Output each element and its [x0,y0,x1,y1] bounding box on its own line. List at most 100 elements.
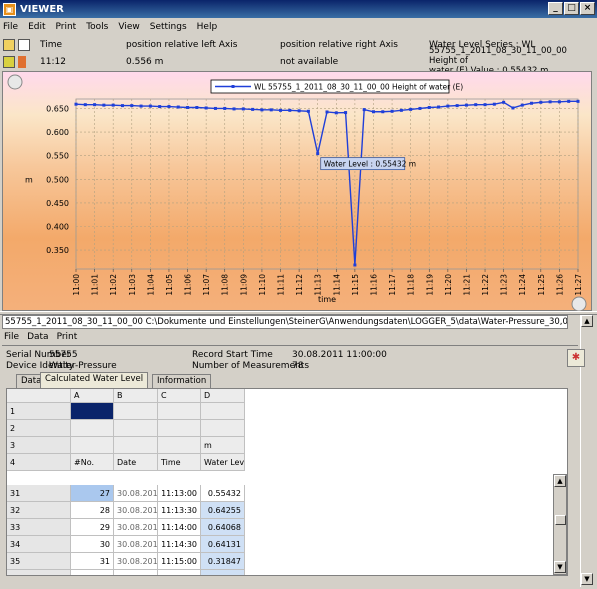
grid-scroll-down-button[interactable]: ▼ [554,561,566,573]
time-cell[interactable]: 11:15:00 [158,553,201,570]
header-cell[interactable]: Water Level [201,454,245,471]
header-cell[interactable]: Date [114,454,158,471]
date-cell[interactable]: 30.08.2011 [114,553,158,570]
header-cell[interactable] [158,437,201,454]
header-cell[interactable]: m [201,437,245,454]
menu-view[interactable]: View [118,22,139,32]
copy-icon[interactable] [18,38,30,51]
menu-settings[interactable]: Settings [150,22,187,32]
header-cell[interactable] [201,420,245,437]
grid-scrollbar[interactable]: ▲ ▼ [553,474,567,575]
row-header[interactable]: 32 [7,502,71,519]
info-right-axis-value: not available [280,56,339,67]
data-point [269,108,273,112]
menu-print[interactable]: Print [56,22,77,32]
row-header[interactable]: 33 [7,519,71,536]
x-tick-label: 11:18 [407,274,416,296]
x-tick-label: 11:15 [351,274,360,296]
lock-icon[interactable] [3,38,15,51]
column-header[interactable]: A [71,389,114,403]
scroll-up-button[interactable]: ▲ [581,315,593,327]
expand-button[interactable] [7,74,23,90]
header-cell[interactable] [114,437,158,454]
menu-edit[interactable]: Edit [28,22,45,32]
column-header[interactable]: B [114,389,158,403]
lower-menu-data[interactable]: Data [27,332,49,342]
grid-corner[interactable] [7,389,71,403]
header-cell[interactable] [114,420,158,437]
lower-menu-print[interactable]: Print [57,332,78,342]
info-right-axis-label: position relative right Axis [280,39,398,50]
water-level-cell[interactable]: 0.64131 [201,536,245,553]
grid-scroll-thumb[interactable] [555,515,566,525]
pin-icon[interactable]: ✱ [567,349,585,367]
row-header[interactable]: 1 [7,403,71,420]
water-level-cell[interactable]: 0.64255 [201,502,245,519]
header-cell[interactable]: Time [158,454,201,471]
time-cell[interactable]: 11:13:30 [158,502,201,519]
row-header[interactable]: 31 [7,485,71,502]
row-header[interactable]: 4 [7,454,71,471]
maximize-button[interactable]: □ [564,2,579,15]
header-cell[interactable]: #No. [71,454,114,471]
time-cell[interactable]: 11:14:00 [158,519,201,536]
x-tick-label: 11:02 [109,274,118,296]
minimize-button[interactable]: _ [548,2,563,15]
number-cell[interactable]: 32 [71,570,114,575]
data-point [260,108,264,112]
chart-panel[interactable]: 0.650 0.600 0.550 0.500 0.450 0.400 0.350 11:00… [2,71,593,312]
scroll-down-button[interactable]: ▼ [581,573,593,585]
date-cell[interactable]: 30.08.2011 [114,536,158,553]
header-cell[interactable] [71,420,114,437]
water-level-cell[interactable]: 0.31847 [201,553,245,570]
data-point [148,104,152,108]
tab-calculated-water-level[interactable]: Calculated Water Level [40,372,149,388]
header-cell[interactable] [71,403,114,420]
x-tick-label: 11:03 [128,274,137,296]
date-cell[interactable]: 30.08.2011 [114,519,158,536]
water-level-cell[interactable]: 0.55432 [201,485,245,502]
pen-icon[interactable] [18,55,26,68]
row-header[interactable]: 35 [7,553,71,570]
water-level-cell[interactable]: 0.64068 [201,519,245,536]
menu-help[interactable]: Help [197,22,218,32]
column-header[interactable]: C [158,389,201,403]
menu-tools[interactable]: Tools [86,22,108,32]
header-cell[interactable] [71,437,114,454]
close-button[interactable]: × [580,2,595,15]
data-grid[interactable]: ABCD123m4#No.DateTimeWater Level312730.0… [6,388,568,576]
header-cell[interactable] [201,403,245,420]
chart-svg[interactable]: 0.650 0.600 0.550 0.500 0.450 0.400 0.350 11:00… [3,72,593,312]
header-cell[interactable] [158,403,201,420]
time-cell[interactable]: 11:15:30 [158,570,201,575]
date-cell[interactable]: 30.08.2011 [114,570,158,575]
tab-information[interactable]: Information [152,374,212,388]
number-cell[interactable]: 31 [71,553,114,570]
lower-menu-file[interactable]: File [4,332,19,342]
collapse-button[interactable] [571,296,587,312]
number-cell[interactable]: 29 [71,519,114,536]
time-cell[interactable]: 11:14:30 [158,536,201,553]
header-cell[interactable] [114,403,158,420]
x-tick-label: 11:23 [500,274,509,296]
header-cell[interactable] [158,420,201,437]
row-header[interactable]: 34 [7,536,71,553]
row-header[interactable]: 3 [7,437,71,454]
menu-file[interactable]: File [3,22,18,32]
column-header[interactable]: D [201,389,245,403]
number-cell[interactable]: 27 [71,485,114,502]
data-point [167,105,171,109]
home-icon[interactable] [3,55,15,68]
number-cell[interactable]: 30 [71,536,114,553]
grid-scroll-up-button[interactable]: ▲ [554,475,566,487]
date-cell[interactable]: 30.08.2011 [114,502,158,519]
date-cell[interactable]: 30.08.2011 [114,485,158,502]
water-level-cell[interactable]: 0.64754 [201,570,245,575]
data-point [316,152,320,156]
row-header[interactable]: 36 [7,570,71,575]
x-tick-label: 11:27 [574,274,583,296]
row-header[interactable]: 2 [7,420,71,437]
number-cell[interactable]: 28 [71,502,114,519]
data-point [483,103,487,107]
time-cell[interactable]: 11:13:00 [158,485,201,502]
